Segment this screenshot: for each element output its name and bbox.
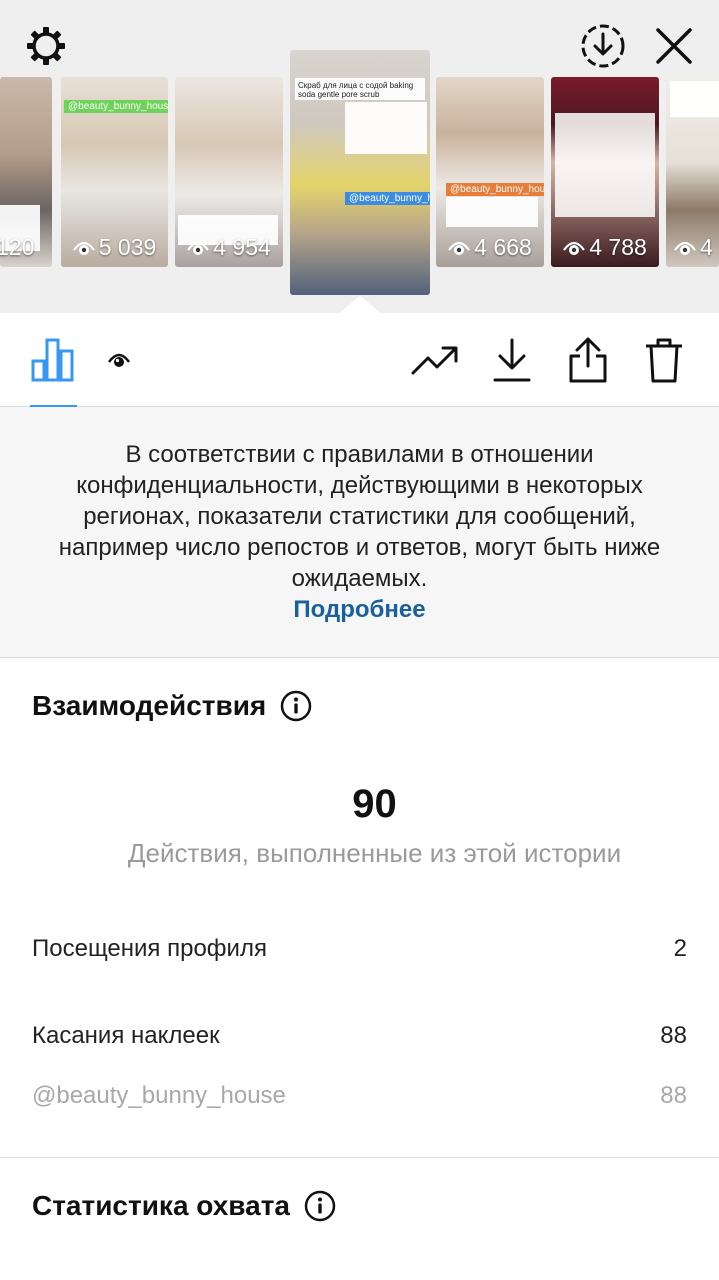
interactions-caption: Действия, выполненные из этой истории xyxy=(127,838,622,868)
stat-label: @beauty_bunny_house xyxy=(32,1082,286,1109)
tab-viewers-eye-icon[interactable] xyxy=(94,335,144,385)
stat-label: Касания наклеек xyxy=(32,1022,220,1049)
story-strip: 120 @beauty_bunny_house 5 039 4 954 Скра… xyxy=(0,0,719,314)
stat-row-mention-sticker[interactable]: @beauty_bunny_house 88 xyxy=(32,1082,687,1110)
story-mention-tag: @beauty_bunny_house xyxy=(446,183,544,196)
story-thumbnail[interactable]: 4 xyxy=(666,77,719,267)
story-thumbnail-current[interactable]: Скраб для лица с содой baking soda gentl… xyxy=(290,50,430,295)
stat-row-sticker-taps: Касания наклеек 88 xyxy=(32,1022,687,1050)
stat-value: 2 xyxy=(673,935,687,962)
stat-value: 88 xyxy=(660,1082,687,1109)
trending-promote-icon[interactable] xyxy=(410,335,460,385)
story-text-overlay xyxy=(446,197,538,227)
info-icon[interactable] xyxy=(280,690,312,722)
share-icon[interactable] xyxy=(563,335,613,385)
story-mention-tag: @beauty_bunny_house xyxy=(345,192,430,205)
privacy-notice: В соответствии с правилами в отношении к… xyxy=(0,407,719,658)
story-caption: Скраб для лица с содой baking soda gentl… xyxy=(295,78,425,100)
eye-icon xyxy=(563,241,586,255)
section-divider xyxy=(0,1157,719,1158)
stat-label: Посещения профиля xyxy=(32,935,267,962)
story-thumbnail[interactable]: 4 954 xyxy=(175,77,283,267)
eye-icon xyxy=(187,241,210,255)
story-thumbnail[interactable]: 120 xyxy=(0,77,52,267)
story-views: 5 039 xyxy=(61,234,168,261)
close-icon[interactable] xyxy=(650,22,698,70)
privacy-notice-text: В соответствии с правилами в отношении к… xyxy=(58,441,661,592)
download-circle-icon[interactable] xyxy=(579,22,627,70)
interactions-header: Взаимодействия xyxy=(32,690,312,722)
story-views: 4 668 xyxy=(436,234,544,261)
story-views: 120 xyxy=(0,234,35,260)
story-text-overlay xyxy=(345,102,427,154)
reach-header: Статистика охвата xyxy=(32,1190,336,1222)
story-thumbnail[interactable]: @beauty_bunny_house 4 668 xyxy=(436,77,544,267)
interactions-total: 90 xyxy=(352,782,397,826)
stat-value: 88 xyxy=(660,1022,687,1049)
story-thumbnail[interactable]: 4 788 xyxy=(551,77,659,267)
tab-insights-bar-chart-icon[interactable] xyxy=(28,335,78,385)
info-icon[interactable] xyxy=(304,1190,336,1222)
story-views: 4 xyxy=(674,234,719,261)
insights-toolbar xyxy=(0,313,719,407)
reach-title: Статистика охвата xyxy=(32,1190,290,1221)
current-story-pointer xyxy=(338,296,382,314)
story-thumbnail[interactable]: @beauty_bunny_house 5 039 xyxy=(61,77,168,267)
story-text-overlay xyxy=(670,81,719,117)
story-mention-tag: @beauty_bunny_house xyxy=(64,100,168,113)
stat-row-profile-visits: Посещения профиля 2 xyxy=(32,935,687,963)
learn-more-link[interactable]: Подробнее xyxy=(40,594,679,625)
interactions-title: Взаимодействия xyxy=(32,690,267,721)
story-text-overlay xyxy=(555,113,655,217)
download-icon[interactable] xyxy=(487,335,537,385)
eye-icon xyxy=(448,241,471,255)
settings-gear-icon[interactable] xyxy=(22,22,70,70)
story-views: 4 788 xyxy=(551,234,659,261)
eye-icon xyxy=(72,241,95,255)
trash-icon[interactable] xyxy=(639,335,689,385)
eye-icon xyxy=(674,241,696,255)
story-views: 4 954 xyxy=(175,234,283,261)
